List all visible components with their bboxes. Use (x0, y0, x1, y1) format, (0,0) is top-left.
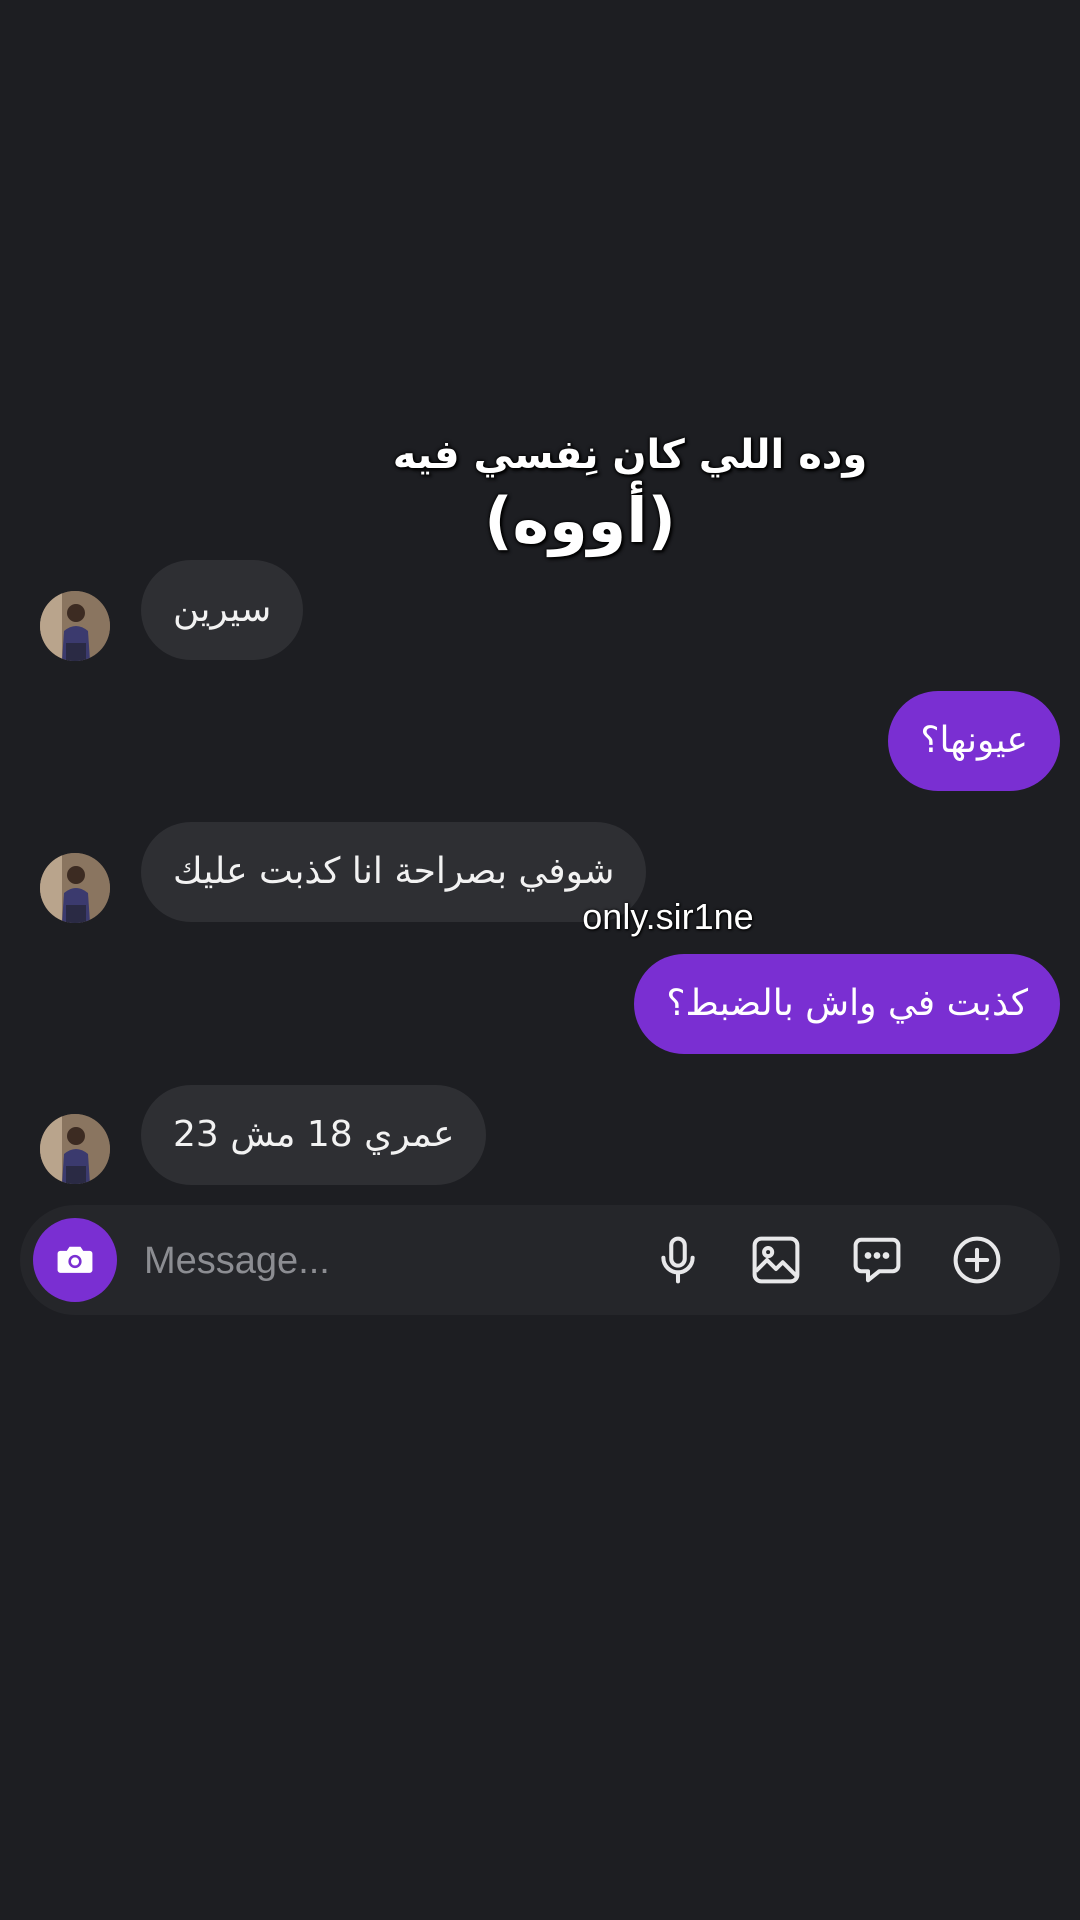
overlay-caption-line2: (أووه) (484, 484, 676, 557)
incoming-message-bubble[interactable]: سيرين (141, 560, 304, 660)
plus-circle-icon[interactable] (950, 1233, 1004, 1287)
avatar[interactable] (40, 1114, 110, 1184)
incoming-message-bubble[interactable]: عمري 18 مش 23 (141, 1085, 487, 1185)
avatar[interactable] (40, 591, 110, 661)
message-input[interactable] (142, 1230, 506, 1292)
watermark: only.sir1ne (582, 896, 754, 937)
microphone-icon[interactable] (651, 1233, 705, 1287)
camera-button[interactable] (33, 1218, 117, 1302)
camera-icon (57, 1246, 93, 1273)
outgoing-message-bubble[interactable]: عيونها؟ (888, 691, 1060, 791)
image-icon[interactable] (749, 1233, 803, 1287)
message-composer (20, 1205, 1060, 1315)
chat-bubble-icon[interactable] (850, 1233, 904, 1287)
outgoing-message-bubble[interactable]: كذبت في واش بالضبط؟ (634, 954, 1060, 1054)
overlay-caption-line1: وده اللي كان نِفسي فيه (392, 432, 868, 478)
